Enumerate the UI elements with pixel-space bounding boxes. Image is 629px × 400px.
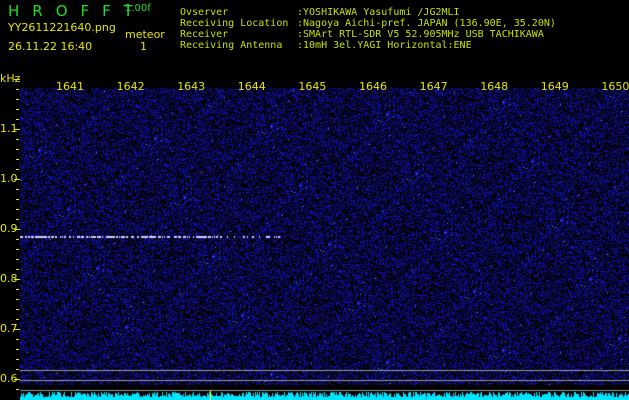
y-tick-mark xyxy=(16,339,19,340)
y-tick-mark xyxy=(16,349,19,350)
version-label: 1.00f xyxy=(125,3,151,14)
info-label: Receiving Antenna xyxy=(180,40,283,51)
y-tick-mark xyxy=(16,249,19,250)
y-tick-mark xyxy=(16,139,19,140)
x-tick-label: 1648 xyxy=(480,80,509,93)
x-tick-label: 1644 xyxy=(237,80,266,93)
y-tick-mark xyxy=(14,379,20,380)
y-tick-mark xyxy=(16,239,19,240)
y-tick-mark xyxy=(16,199,19,200)
y-tick-mark xyxy=(16,299,19,300)
x-tick-label: 1642 xyxy=(116,80,145,93)
x-tick-label: 1645 xyxy=(298,80,327,93)
y-tick-mark xyxy=(14,329,20,330)
x-tick-label: 1641 xyxy=(56,80,84,93)
y-tick-mark xyxy=(14,129,20,130)
meteor-count: 1 xyxy=(140,40,147,53)
y-tick-mark xyxy=(14,179,20,180)
y-tick-mark xyxy=(16,119,19,120)
y-tick-mark xyxy=(16,369,19,370)
spectrogram xyxy=(20,80,629,400)
y-tick-mark xyxy=(16,89,19,90)
info-label: Ovserver xyxy=(180,7,229,18)
y-tick-mark xyxy=(16,259,19,260)
info-label: Receiver xyxy=(180,29,229,40)
info-location: Receiving Location :Nagoya Aichi-pref. JA… xyxy=(180,18,556,29)
x-tick-label: 1649 xyxy=(540,80,569,93)
x-tick-label: 1643 xyxy=(177,80,206,93)
y-tick-mark xyxy=(16,149,19,150)
y-tick-mark xyxy=(16,169,19,170)
y-tick-mark xyxy=(16,159,19,160)
datetime-label: 26.11.22 16:40 xyxy=(8,40,93,53)
filename-label: YY2611221640.png xyxy=(8,21,116,34)
info-value: :Nagoya Aichi-pref. JAPAN (136.90E, 35.2… xyxy=(297,18,556,29)
y-tick-mark xyxy=(16,389,19,390)
y-tick-mark xyxy=(16,219,19,220)
y-tick-mark xyxy=(16,109,19,110)
y-tick-mark xyxy=(14,229,20,230)
y-tick-mark xyxy=(16,99,19,100)
y-tick-mark xyxy=(16,309,19,310)
y-tick-mark xyxy=(16,189,19,190)
y-tick-mark xyxy=(16,269,19,270)
info-value: :SMArt RTL-SDR V5 52.905MHz USB TACHIKAW… xyxy=(297,29,544,40)
y-tick-mark xyxy=(16,289,19,290)
y-tick-mark xyxy=(16,209,19,210)
info-label: Receiving Location xyxy=(180,18,289,29)
y-tick-mark xyxy=(14,79,20,80)
info-value: :10mH 3el.YAGI Horizontal:ENE xyxy=(297,40,472,51)
info-value: :YOSHIKAWA Yasufumi /JG2MLI xyxy=(297,7,460,18)
y-tick-mark xyxy=(16,319,19,320)
y-tick-mark xyxy=(16,359,19,360)
x-tick-label: 1647 xyxy=(419,80,448,93)
info-antenna: Receiving Antenna :10mH 3el.YAGI Horizont… xyxy=(180,40,472,51)
x-tick-label: 1650 xyxy=(601,80,629,93)
x-tick-label: 1646 xyxy=(359,80,387,93)
y-tick-mark xyxy=(14,279,20,280)
info-receiver: Receiver :SMArt RTL-SDR V5 52.905MHz USB … xyxy=(180,29,544,40)
info-observer: Ovserver :YOSHIKAWA Yasufumi /JG2MLI xyxy=(180,7,460,18)
